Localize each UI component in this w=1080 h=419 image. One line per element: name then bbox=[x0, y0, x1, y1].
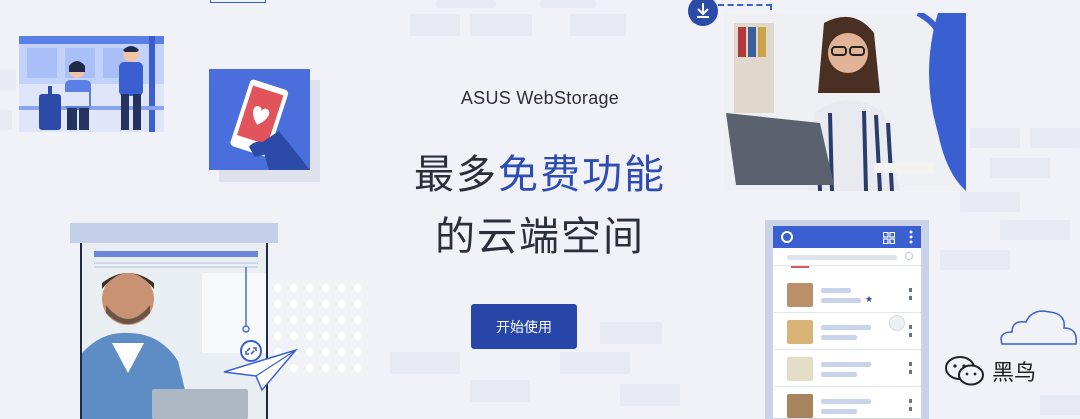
man-laptop-photo bbox=[80, 243, 268, 419]
list-item[interactable] bbox=[773, 313, 921, 350]
woman-photo bbox=[724, 13, 966, 191]
app-toolbar bbox=[773, 226, 921, 248]
blind-header bbox=[70, 223, 278, 243]
item-meta bbox=[821, 409, 857, 414]
more-icon[interactable] bbox=[909, 362, 912, 374]
search-field-placeholder bbox=[787, 255, 897, 260]
dog-thumbnail bbox=[787, 357, 813, 381]
bg-brick bbox=[1030, 128, 1080, 148]
list-item[interactable] bbox=[773, 350, 921, 387]
bg-brick bbox=[470, 14, 532, 36]
paper-plane-icon bbox=[222, 346, 298, 392]
grid-icon bbox=[882, 231, 896, 245]
wechat-icon bbox=[944, 355, 986, 387]
more-icon[interactable] bbox=[909, 399, 912, 411]
app-logo-icon bbox=[781, 231, 793, 243]
headline-line-2: 的云端空间 bbox=[435, 214, 645, 260]
bg-brick bbox=[940, 250, 1010, 270]
watermark-text: 黑鸟 bbox=[992, 361, 1037, 386]
dog-thumbnail bbox=[787, 394, 813, 418]
item-title bbox=[821, 325, 871, 330]
item-title bbox=[821, 288, 851, 293]
app-search-bar bbox=[773, 248, 921, 266]
phone-heart-illustration bbox=[209, 69, 310, 170]
more-icon[interactable] bbox=[909, 288, 912, 300]
get-started-button[interactable]: 开始使用 bbox=[471, 304, 577, 349]
list-item[interactable] bbox=[773, 387, 921, 418]
headline-plain: 最多 bbox=[414, 152, 498, 198]
app-spacer bbox=[773, 266, 921, 276]
bg-brick bbox=[436, 0, 496, 8]
bg-brick bbox=[470, 380, 530, 402]
search-icon bbox=[905, 252, 913, 260]
more-icon bbox=[909, 230, 913, 244]
bg-brick bbox=[600, 322, 662, 344]
item-title bbox=[821, 399, 871, 404]
bg-brick bbox=[1040, 395, 1080, 415]
bg-brick bbox=[540, 0, 596, 8]
star-icon: ★ bbox=[865, 294, 874, 304]
item-meta bbox=[821, 298, 861, 303]
commuter-illustration bbox=[19, 36, 164, 132]
bg-brick bbox=[970, 128, 1020, 148]
item-meta bbox=[821, 335, 857, 340]
headline-highlight: 免费功能 bbox=[498, 152, 666, 198]
watermark: 黑鸟 bbox=[944, 355, 1036, 387]
item-meta bbox=[821, 372, 857, 377]
list-item[interactable]: ★ bbox=[773, 276, 921, 313]
download-icon bbox=[688, 0, 718, 26]
brand-name: ASUS WebStorage bbox=[460, 88, 620, 108]
bg-brick bbox=[570, 14, 626, 36]
headline: 最多免费功能 的云端空间 bbox=[360, 144, 720, 268]
cloud-icon bbox=[996, 306, 1080, 348]
app-mockup: ★ bbox=[772, 225, 922, 419]
cursor-circle bbox=[889, 315, 905, 331]
bg-brick bbox=[0, 110, 12, 130]
bg-brick bbox=[990, 158, 1050, 178]
bg-brick bbox=[410, 14, 460, 36]
dog-thumbnail bbox=[787, 320, 813, 344]
bg-brick bbox=[1000, 220, 1070, 240]
dog-thumbnail bbox=[787, 283, 813, 307]
red-marker bbox=[791, 266, 809, 268]
frame-fragment bbox=[210, 0, 266, 3]
bg-brick bbox=[560, 352, 630, 374]
bg-brick bbox=[620, 384, 680, 406]
item-title bbox=[821, 362, 871, 367]
bg-brick bbox=[390, 352, 460, 374]
bg-brick bbox=[960, 192, 1020, 212]
more-icon[interactable] bbox=[909, 325, 912, 337]
bg-brick bbox=[0, 70, 16, 90]
headline-line-1: 最多免费功能 bbox=[360, 144, 720, 206]
